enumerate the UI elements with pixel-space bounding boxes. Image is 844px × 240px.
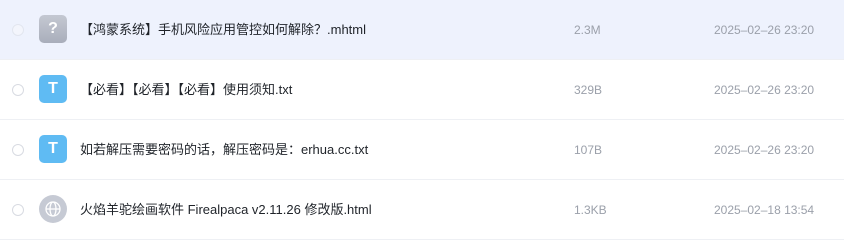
row-checkbox[interactable] <box>12 84 24 96</box>
file-row[interactable]: ? 【鸿蒙系统】手机风险应用管控如何解除？.mhtml 2.3M 2025–02… <box>0 0 844 60</box>
file-row[interactable]: T 如若解压需要密码的话，解压密码是：erhua.cc.txt 107B 202… <box>0 120 844 180</box>
file-date: 2025–02–26 23:20 <box>714 143 815 157</box>
file-date: 2025–02–26 23:20 <box>714 83 815 97</box>
row-checkbox[interactable] <box>12 144 24 156</box>
file-list: ? 【鸿蒙系统】手机风险应用管控如何解除？.mhtml 2.3M 2025–02… <box>0 0 844 240</box>
text-file-icon: T <box>39 135 67 163</box>
file-date: 2025–02–26 23:20 <box>714 23 815 37</box>
file-size: 107B <box>574 143 603 157</box>
row-checkbox[interactable] <box>12 204 24 216</box>
file-row[interactable]: 火焰羊驼绘画软件 Firealpaca v2.11.26 修改版.html 1.… <box>0 180 844 240</box>
file-row[interactable]: T 【必看】【必看】【必看】使用须知.txt 329B 2025–02–26 2… <box>0 60 844 120</box>
file-name[interactable]: 如若解压需要密码的话，解压密码是：erhua.cc.txt <box>80 140 368 160</box>
file-size: 2.3M <box>574 23 601 37</box>
file-size: 329B <box>574 83 603 97</box>
unknown-file-icon: ? <box>39 15 67 43</box>
file-size: 1.3KB <box>574 203 607 217</box>
file-name[interactable]: 火焰羊驼绘画软件 Firealpaca v2.11.26 修改版.html <box>80 200 372 220</box>
file-date: 2025–02–18 13:54 <box>714 203 815 217</box>
text-file-icon: T <box>39 75 67 103</box>
globe-icon <box>39 195 67 223</box>
file-name[interactable]: 【必看】【必看】【必看】使用须知.txt <box>80 80 292 100</box>
file-name[interactable]: 【鸿蒙系统】手机风险应用管控如何解除？.mhtml <box>80 20 366 40</box>
row-checkbox[interactable] <box>12 24 24 36</box>
